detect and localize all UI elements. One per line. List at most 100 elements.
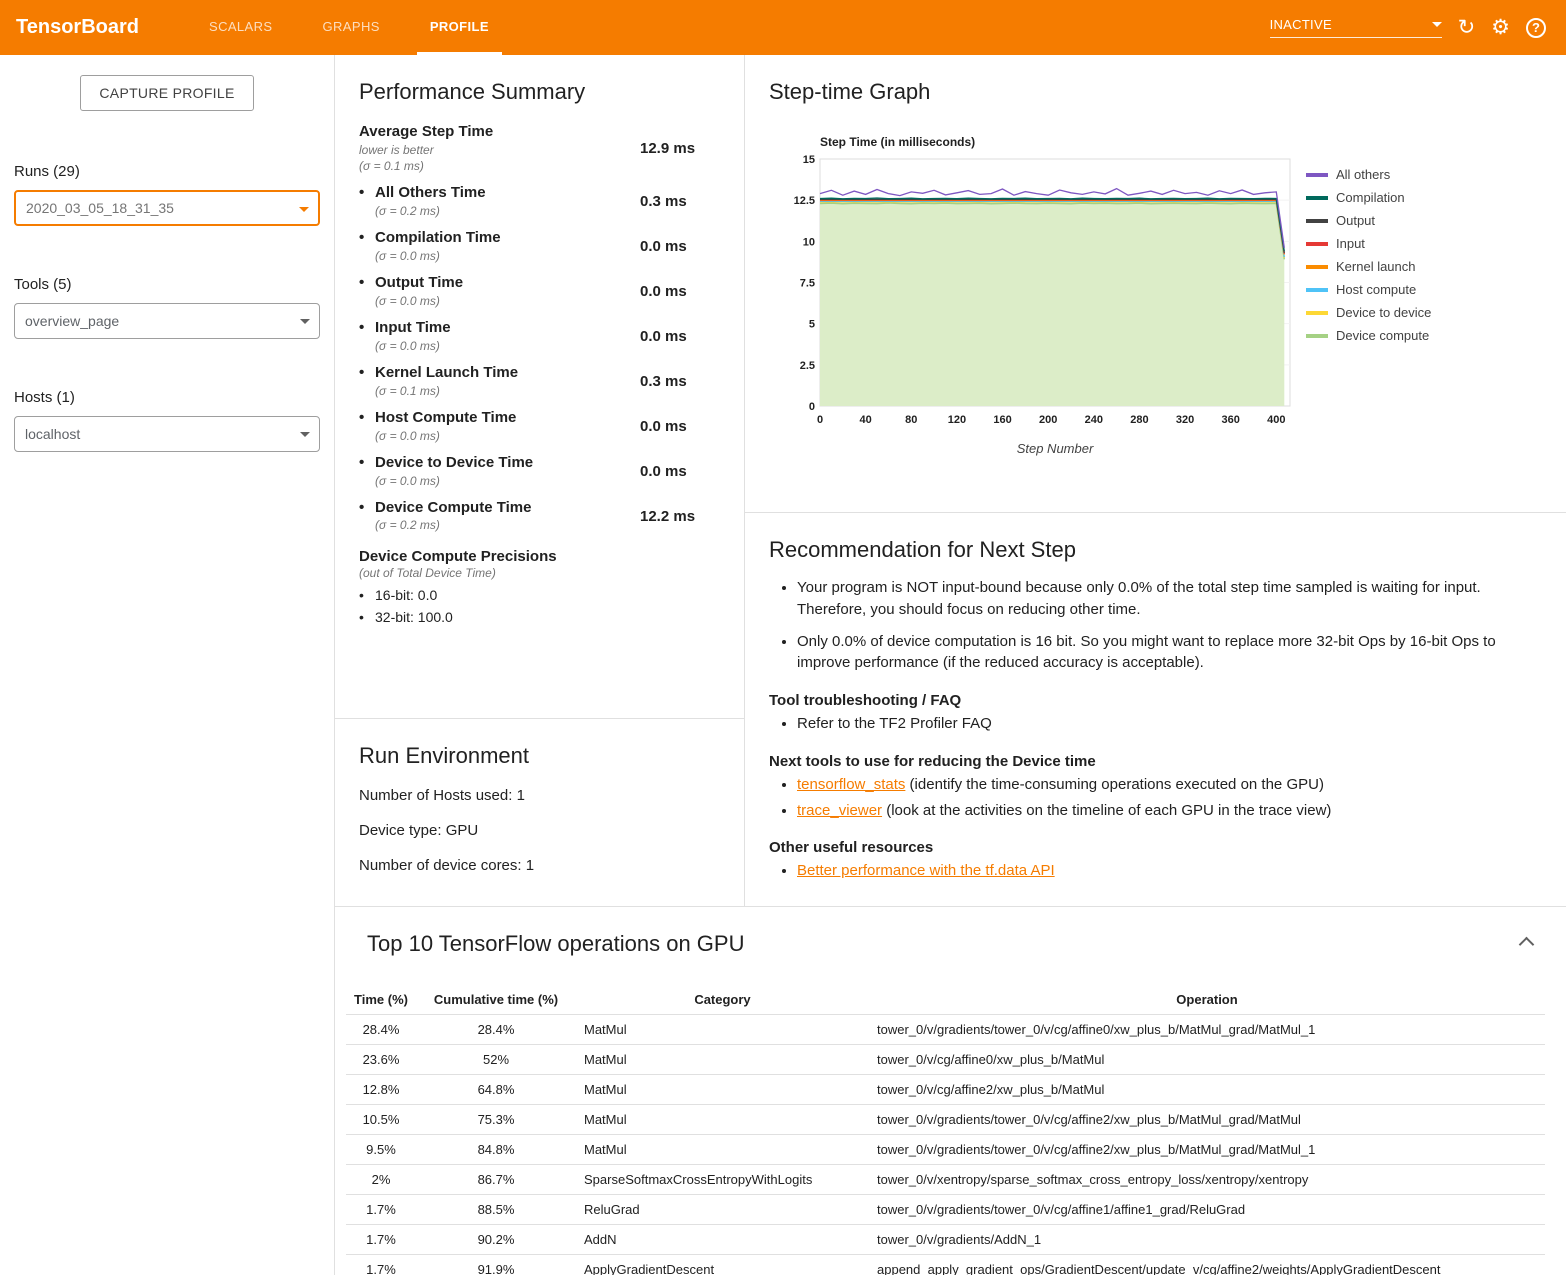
metric-value: 0.0 ms — [640, 418, 720, 435]
table-cell: 1.7% — [346, 1255, 416, 1275]
tab-scalars[interactable]: SCALARS — [196, 0, 286, 55]
table-row: 23.6%52%MatMultower_0/v/cg/affine0/xw_pl… — [346, 1045, 1545, 1075]
svg-text:2.5: 2.5 — [800, 360, 815, 372]
metric-row: •Kernel Launch Time(σ = 0.1 ms)0.3 ms — [359, 364, 720, 399]
table-cell: tower_0/v/gradients/AddN_1 — [869, 1225, 1545, 1255]
resource-link[interactable]: trace_viewer — [797, 802, 882, 819]
run-env-line: Device type: GPU — [359, 822, 720, 839]
precision-item: •32-bit: 100.0 — [359, 609, 720, 625]
gear-icon[interactable]: ⚙ — [1491, 17, 1510, 38]
performance-summary-card: Performance Summary Average Step Timelow… — [335, 55, 744, 719]
recommendation-sections: Tool troubleshooting / FAQ Refer to the T… — [769, 692, 1526, 882]
metric-row: •Device Compute Time(σ = 0.2 ms)12.2 ms — [359, 499, 720, 534]
precision-text: 16-bit: 0.0 — [375, 587, 437, 603]
device-compute-precisions: Device Compute Precisions (out of Total … — [359, 548, 720, 625]
column-header: Category — [576, 985, 869, 1015]
column-header: Cumulative time (%) — [416, 985, 576, 1015]
table-row: 28.4%28.4%MatMultower_0/v/gradients/towe… — [346, 1015, 1545, 1045]
table-cell: 90.2% — [416, 1225, 576, 1255]
chevron-up-icon[interactable] — [1519, 937, 1535, 953]
legend-item: Host compute — [1306, 282, 1431, 297]
table-row: 1.7%88.5%ReluGradtower_0/v/gradients/tow… — [346, 1195, 1545, 1225]
runs-select-value: 2020_03_05_18_31_35 — [26, 200, 174, 216]
sidebar: CAPTURE PROFILE Runs (29) 2020_03_05_18_… — [0, 55, 334, 1275]
app-header: TensorBoard SCALARSGRAPHSPROFILE INACTIV… — [0, 0, 1566, 55]
recommendation-section-list: Refer to the TF2 Profiler FAQ — [769, 713, 1526, 735]
svg-text:5: 5 — [809, 319, 815, 331]
recommendation-bullet: Only 0.0% of device computation is 16 bi… — [797, 631, 1526, 675]
help-icon[interactable]: ? — [1526, 18, 1546, 38]
capture-profile-button[interactable]: CAPTURE PROFILE — [80, 75, 253, 111]
svg-text:120: 120 — [948, 414, 966, 426]
svg-text:0: 0 — [817, 414, 823, 426]
legend-label: Output — [1336, 213, 1375, 228]
legend-item: Input — [1306, 236, 1431, 251]
chart-legend: All othersCompilationOutputInputKernel l… — [1306, 167, 1431, 463]
main-content: Performance Summary Average Step Timelow… — [334, 55, 1566, 1275]
recommendation-item-text: (identify the time-consuming operations … — [905, 776, 1324, 793]
metric-value: 0.3 ms — [640, 373, 720, 390]
resource-link[interactable]: Better performance with the tf.data API — [797, 862, 1055, 879]
performance-summary-title: Performance Summary — [359, 79, 720, 105]
recommendation-card: Recommendation for Next Step Your progra… — [745, 513, 1566, 906]
table-cell: MatMul — [576, 1045, 869, 1075]
legend-swatch — [1306, 173, 1328, 177]
runs-label: Runs (29) — [14, 163, 320, 180]
recommendation-item: Better performance with the tf.data API — [797, 860, 1526, 882]
metric-row: •Input Time(σ = 0.0 ms)0.0 ms — [359, 319, 720, 354]
metric-row: •Compilation Time(σ = 0.0 ms)0.0 ms — [359, 229, 720, 264]
svg-text:Step Number: Step Number — [1017, 441, 1094, 456]
legend-swatch — [1306, 219, 1328, 223]
metric-sigma: (σ = 0.2 ms) — [375, 517, 640, 533]
table-cell: 1.7% — [346, 1225, 416, 1255]
legend-label: All others — [1336, 167, 1390, 182]
table-cell: 10.5% — [346, 1105, 416, 1135]
svg-text:7.5: 7.5 — [800, 278, 815, 290]
svg-text:280: 280 — [1130, 414, 1148, 426]
metric-sigma: (σ = 0.0 ms) — [375, 248, 640, 264]
run-env-line: Number of Hosts used: 1 — [359, 787, 720, 804]
metric-value: 12.2 ms — [640, 508, 720, 525]
metric-sigma: (σ = 0.2 ms) — [375, 203, 640, 219]
table-cell: MatMul — [576, 1105, 869, 1135]
hosts-select[interactable]: localhost — [14, 416, 320, 452]
svg-text:0: 0 — [809, 401, 815, 413]
table-cell: tower_0/v/gradients/tower_0/v/cg/affine2… — [869, 1105, 1545, 1135]
legend-label: Device compute — [1336, 328, 1429, 343]
legend-swatch — [1306, 242, 1328, 246]
chevron-down-icon — [300, 319, 310, 324]
svg-text:240: 240 — [1085, 414, 1103, 426]
legend-label: Compilation — [1336, 190, 1405, 205]
tab-graphs[interactable]: GRAPHS — [310, 0, 393, 55]
metric-row: •All Others Time(σ = 0.2 ms)0.3 ms — [359, 184, 720, 219]
resource-link[interactable]: tensorflow_stats — [797, 776, 905, 793]
metric-value: 0.0 ms — [640, 283, 720, 300]
table-cell: tower_0/v/gradients/tower_0/v/cg/affine1… — [869, 1195, 1545, 1225]
status-dropdown[interactable]: INACTIVE — [1270, 17, 1442, 38]
runs-select[interactable]: 2020_03_05_18_31_35 — [14, 190, 320, 226]
metric-sigma: (σ = 0.1 ms) — [359, 158, 640, 174]
metric-name-text: Host Compute Time — [375, 409, 516, 426]
legend-label: Input — [1336, 236, 1365, 251]
tools-select[interactable]: overview_page — [14, 303, 320, 339]
tab-profile[interactable]: PROFILE — [417, 0, 502, 55]
precision-item: •16-bit: 0.0 — [359, 587, 720, 603]
table-cell: 28.4% — [346, 1015, 416, 1045]
table-cell: tower_0/v/xentropy/sparse_softmax_cross_… — [869, 1165, 1545, 1195]
refresh-icon[interactable]: ↻ — [1458, 17, 1476, 38]
column-header: Operation — [869, 985, 1545, 1015]
metric-name-text: Compilation Time — [375, 229, 501, 246]
table-cell: 23.6% — [346, 1045, 416, 1075]
metric-name-text: Device Compute Time — [375, 499, 531, 516]
recommendation-item: Refer to the TF2 Profiler FAQ — [797, 713, 1526, 735]
recommendation-section-heading: Other useful resources — [769, 839, 1526, 856]
step-time-graph-title: Step-time Graph — [769, 79, 1542, 105]
recommendation-section-heading: Tool troubleshooting / FAQ — [769, 692, 1526, 709]
metric-value: 0.0 ms — [640, 463, 720, 480]
metric-name-text: Input Time — [375, 319, 451, 336]
table-cell: 86.7% — [416, 1165, 576, 1195]
tools-label: Tools (5) — [14, 276, 320, 293]
table-row: 2%86.7%SparseSoftmaxCrossEntropyWithLogi… — [346, 1165, 1545, 1195]
table-cell: MatMul — [576, 1135, 869, 1165]
metric-value: 0.3 ms — [640, 193, 720, 210]
